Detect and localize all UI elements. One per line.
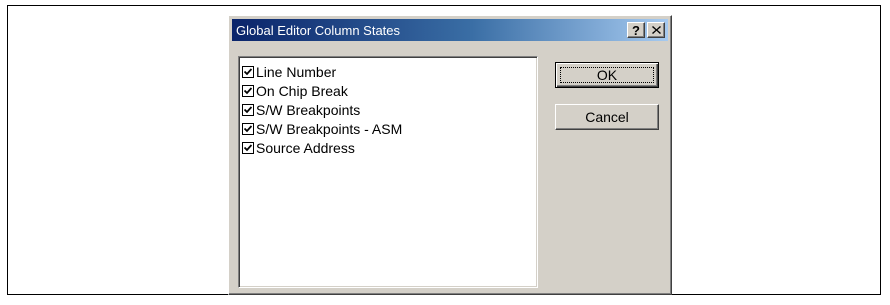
checkbox[interactable] (242, 84, 254, 97)
checkmark-icon (244, 105, 252, 113)
list-item[interactable]: S/W Breakpoints - ASM (242, 119, 537, 138)
dialog-title: Global Editor Column States (236, 22, 401, 38)
list-item[interactable]: Line Number (242, 62, 537, 81)
checkmark-icon (244, 86, 252, 94)
ok-button[interactable]: OK (555, 62, 659, 88)
list-item-label: Source Address (256, 139, 355, 156)
cancel-button[interactable]: Cancel (555, 104, 659, 130)
close-button[interactable] (647, 22, 665, 38)
question-mark-icon: ? (632, 22, 640, 38)
list-item[interactable]: S/W Breakpoints (242, 100, 537, 119)
focus-rectangle (560, 67, 654, 83)
list-item-label: S/W Breakpoints (256, 101, 361, 118)
global-editor-column-states-dialog: Global Editor Column States ? Line Numbe… (228, 15, 672, 295)
help-button[interactable]: ? (627, 22, 645, 38)
checkbox[interactable] (242, 103, 254, 116)
checkmark-icon (244, 124, 252, 132)
checkbox[interactable] (242, 141, 254, 154)
checkbox[interactable] (242, 122, 254, 135)
close-icon (651, 26, 661, 34)
list-item[interactable]: On Chip Break (242, 81, 537, 100)
list-item-label: On Chip Break (256, 82, 348, 99)
list-item[interactable]: Source Address (242, 138, 537, 157)
column-checklist[interactable]: Line Number On Chip Break S/W Breakpoint… (238, 56, 538, 288)
checkbox[interactable] (242, 65, 254, 78)
list-item-label: Line Number (256, 63, 337, 80)
title-bar[interactable]: Global Editor Column States ? (232, 19, 668, 41)
list-item-label: S/W Breakpoints - ASM (256, 120, 403, 137)
checkmark-icon (244, 143, 252, 151)
cancel-button-label: Cancel (585, 109, 629, 125)
checkmark-icon (244, 67, 252, 75)
